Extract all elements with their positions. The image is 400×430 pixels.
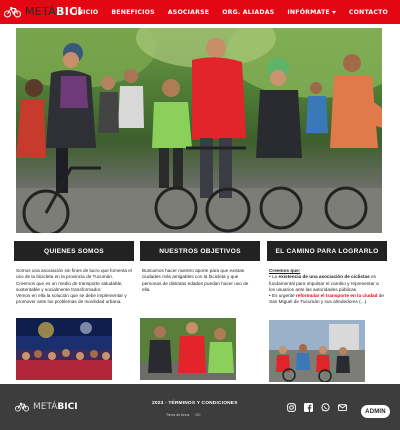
section-title: EL CAMINO PARA LOGRARLO <box>267 241 387 261</box>
sponsor-logo: OC <box>195 413 201 417</box>
nav-beneficios[interactable]: BENEFICIOS <box>111 9 154 16</box>
nav-informate-label: INFÓRMATE <box>287 8 330 16</box>
brand-name: METÁBICI <box>25 0 82 24</box>
footer-brand-part2: BICI <box>57 402 78 412</box>
bicycle-icon <box>4 7 21 18</box>
nav-contacto[interactable]: CONTACTO <box>349 9 388 16</box>
admin-button[interactable]: ADMIN <box>361 405 390 418</box>
footer-logo[interactable]: METÁBICI <box>15 402 78 412</box>
nav-asociarse[interactable]: ASOCIARSE <box>168 9 209 16</box>
bullet-2: • Es urgente reformular el transporte en… <box>269 293 385 305</box>
email-icon[interactable] <box>338 403 347 412</box>
photo-night-ride <box>16 318 112 380</box>
terms-link[interactable]: 2023 - TÉRMINOS Y CONDICIONES <box>152 401 238 406</box>
photo-group-cyclists <box>140 318 236 380</box>
paragraph: Vemos en ella la solución que se debe im… <box>16 293 127 305</box>
hero-photo-cyclists <box>16 28 382 233</box>
whatsapp-icon[interactable] <box>321 403 330 412</box>
brand-part1: METÁ <box>25 5 57 18</box>
paragraph: Buscamos hacer nuestro aporte para que e… <box>142 268 249 292</box>
bullet-2-em: reformular el transporte en la ciudad <box>295 293 378 299</box>
section-camino: EL CAMINO PARA LOGRARLO Creemos que: • L… <box>267 241 387 306</box>
section-nuestros-objetivos: NUESTROS OBJETIVOS Buscamos hacer nuestr… <box>140 241 260 293</box>
section-title: NUESTROS OBJETIVOS <box>140 241 260 261</box>
paragraph: Somos una asociación sin fines de lucro … <box>16 268 132 292</box>
footer-brand-part1: METÁ <box>33 402 58 412</box>
chevron-down-icon <box>331 10 336 14</box>
photo-street-ride <box>269 320 365 382</box>
section-body: Buscamos hacer nuestro aporte para que e… <box>140 268 260 293</box>
facebook-icon[interactable] <box>304 403 313 412</box>
section-body: Somos una asociación sin fines de lucro … <box>14 268 134 306</box>
instagram-icon[interactable] <box>287 403 296 412</box>
bullet-1: • La existencia de una asociación de cic… <box>269 274 379 292</box>
main-menu: INICIO BENEFICIOS ASOCIARSE ORG. ALIADAS… <box>75 0 388 24</box>
section-quienes-somos: QUIENES SOMOS Somos una asociación sin f… <box>14 241 134 306</box>
sponsor-logo: Tierra de Anos <box>166 413 190 417</box>
bullet-2-pre: Es urgente <box>271 293 296 299</box>
nav-org-aliadas[interactable]: ORG. ALIADAS <box>222 9 274 16</box>
top-navbar: METÁBICI INICIO BENEFICIOS ASOCIARSE ORG… <box>0 0 400 24</box>
nav-inicio[interactable]: INICIO <box>75 9 98 16</box>
hero-illustration <box>16 28 382 233</box>
footer-brand-name: METÁBICI <box>33 402 78 412</box>
section-body: Creemos que: • La existencia de una asoc… <box>267 268 387 306</box>
bicycle-icon <box>15 402 29 412</box>
brand-logo[interactable]: METÁBICI <box>4 0 82 24</box>
social-links <box>287 403 347 412</box>
nav-informate[interactable]: INFÓRMATE <box>287 8 336 16</box>
sponsor-logos: Tierra de Anos OC <box>166 413 201 417</box>
site-footer: METÁBICI 2023 - TÉRMINOS Y CONDICIONES T… <box>0 384 400 430</box>
bullet-1-em: existencia de una asociación de ciclista… <box>278 274 370 280</box>
section-title: QUIENES SOMOS <box>14 241 134 261</box>
